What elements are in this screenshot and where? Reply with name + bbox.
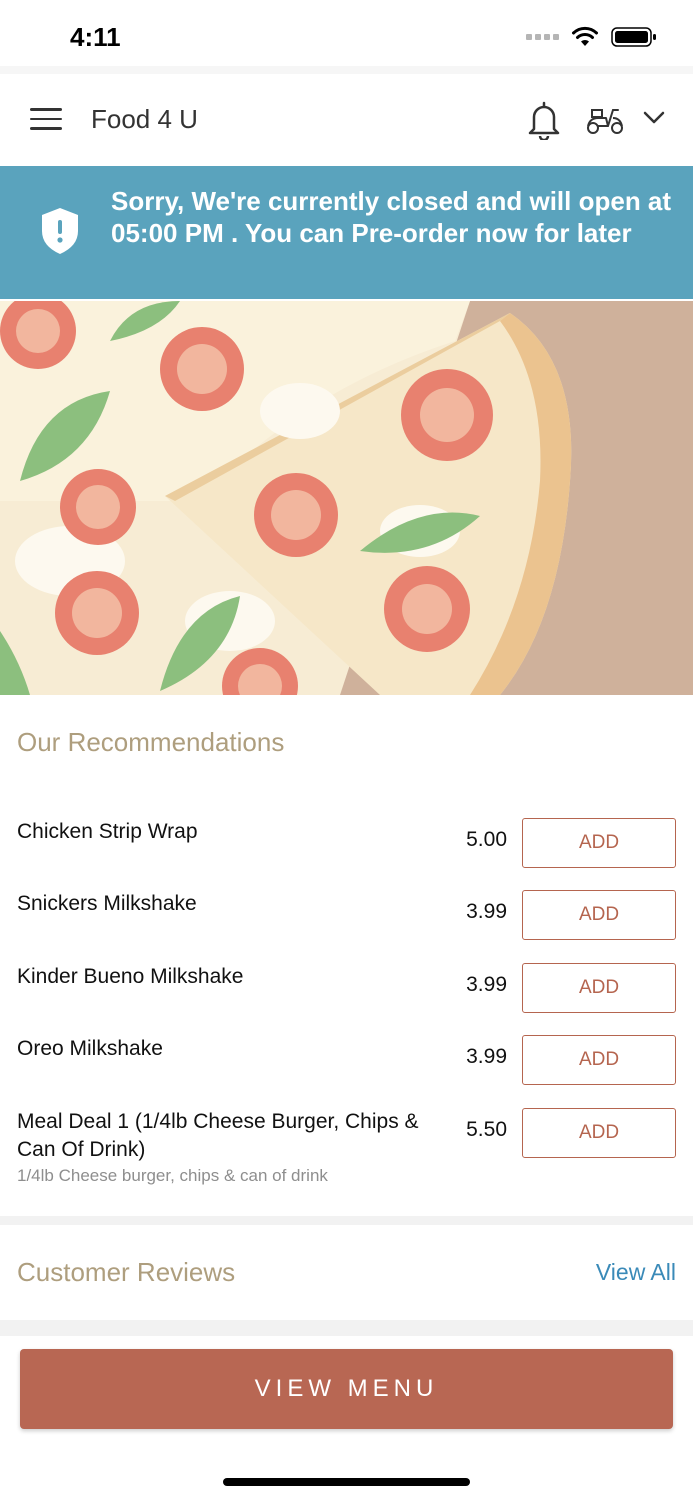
closed-banner: Sorry, We're currently closed and will o…	[0, 166, 693, 299]
section-divider	[0, 1320, 693, 1336]
recommendations-title: Our Recommendations	[17, 727, 285, 757]
hero-image	[0, 301, 693, 695]
view-all-link[interactable]: View All	[596, 1259, 676, 1286]
status-icons	[526, 26, 657, 48]
shield-alert-icon	[42, 208, 78, 254]
bottom-bar: VIEW MENU	[0, 1336, 693, 1500]
item-name: Snickers Milkshake	[17, 892, 197, 915]
item-price: 3.99	[466, 973, 507, 996]
add-button[interactable]: ADD	[522, 1108, 676, 1158]
status-time: 4:11	[70, 22, 121, 52]
item-price: 3.99	[466, 1045, 507, 1068]
add-button[interactable]: ADD	[522, 963, 676, 1013]
item-price: 3.99	[466, 900, 507, 923]
view-menu-button[interactable]: VIEW MENU	[20, 1349, 673, 1429]
wifi-icon	[572, 26, 598, 46]
reviews-title: Customer Reviews	[17, 1257, 236, 1287]
item-description: 1/4lb Cheese burger, chips & can of drin…	[17, 1166, 328, 1185]
add-button[interactable]: ADD	[522, 890, 676, 940]
item-price: 5.50	[466, 1118, 507, 1141]
battery-icon	[611, 27, 656, 47]
item-name: Kinder Bueno Milkshake	[17, 965, 244, 988]
add-button[interactable]: ADD	[522, 818, 676, 868]
scooter-icon[interactable]	[584, 104, 626, 136]
add-button[interactable]: ADD	[522, 1035, 676, 1085]
app-header: Food 4 U	[0, 74, 693, 166]
header-divider	[0, 66, 693, 74]
item-name: Meal Deal 1 (1/4lb Cheese Burger, Chips …	[17, 1110, 419, 1161]
bell-icon[interactable]	[526, 100, 562, 140]
item-name: Oreo Milkshake	[17, 1037, 163, 1060]
section-divider	[0, 1216, 693, 1225]
chevron-down-icon[interactable]	[642, 110, 666, 126]
closed-message: Sorry, We're currently closed and will o…	[111, 186, 672, 248]
item-name: Chicken Strip Wrap	[17, 820, 198, 843]
hamburger-menu-icon[interactable]	[30, 108, 62, 130]
item-price: 5.00	[466, 828, 507, 851]
home-indicator	[223, 1478, 470, 1486]
status-bar: 4:11	[0, 0, 693, 70]
app-title: Food 4 U	[91, 104, 198, 134]
signal-icon	[526, 34, 559, 40]
